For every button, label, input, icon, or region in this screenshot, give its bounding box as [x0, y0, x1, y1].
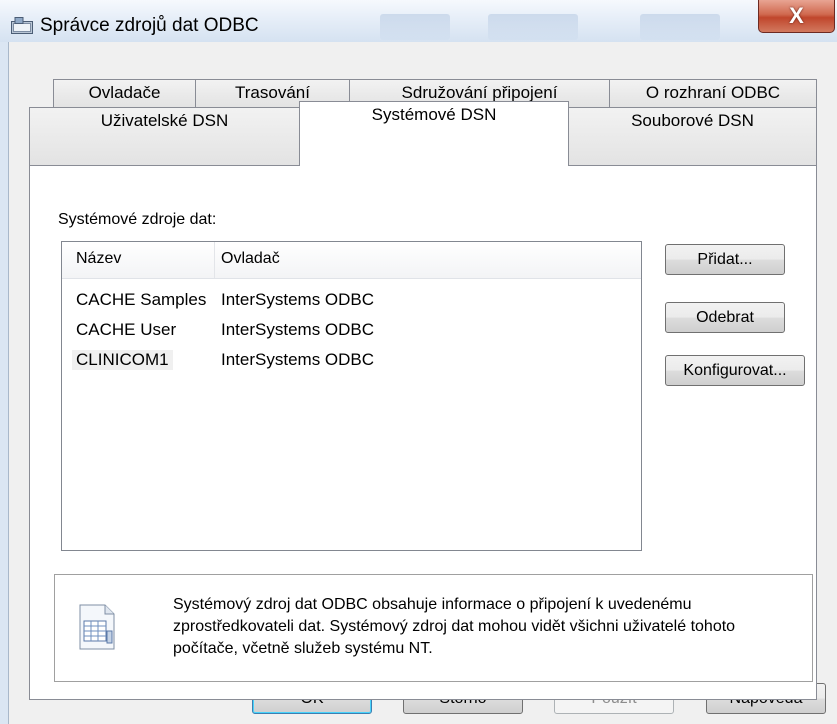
data-sources-list[interactable]: Název Ovladač CACHE Samples InterSystems…: [61, 241, 642, 551]
list-item[interactable]: CACHE User InterSystems ODBC: [62, 317, 641, 345]
tab-file-dsn[interactable]: Souborové DSN: [568, 107, 817, 165]
column-header-driver[interactable]: Ovladač: [221, 250, 280, 268]
tab-label: Systémové DSN: [371, 105, 497, 124]
tab-label: Souborové DSN: [631, 111, 754, 130]
data-source-document-icon: [79, 604, 115, 650]
system-sources-label: Systémové zdroje dat:: [58, 211, 217, 228]
tab-label: O rozhraní ODBC: [645, 83, 781, 102]
column-header-name[interactable]: Název: [76, 250, 121, 268]
dsn-driver: InterSystems ODBC: [221, 350, 375, 369]
title-bar-glass-reflection: [380, 14, 450, 40]
tab-label: Trasování: [235, 83, 310, 102]
tab-label: Uživatelské DSN: [100, 111, 229, 130]
info-description: Systémový zdroj dat ODBC obsahuje inform…: [173, 596, 736, 657]
window-title: Správce zdrojů dat ODBC: [40, 15, 259, 36]
window-frame-left: [0, 42, 8, 724]
tab-label: Sdružování připojení: [401, 83, 558, 102]
tab-label: Ovladače: [88, 83, 161, 102]
tab-drivers[interactable]: Ovladače: [53, 79, 196, 107]
system-dsn-panel: Systémové zdroje dat: Název Ovladač CACH…: [29, 165, 817, 700]
odbc-app-icon: [11, 17, 33, 34]
title-bar-glass-reflection: [488, 14, 578, 40]
column-divider[interactable]: [214, 242, 215, 278]
dsn-driver: InterSystems ODBC: [221, 320, 375, 339]
configure-button[interactable]: Konfigurovat...: [665, 355, 805, 386]
dsn-name: CACHE Samples: [76, 290, 207, 309]
tab-user-dsn[interactable]: Uživatelské DSN: [29, 107, 300, 165]
dsn-name: CACHE User: [76, 320, 177, 339]
add-button[interactable]: Přidat...: [665, 244, 785, 275]
list-item-selected[interactable]: CLINICOM1 InterSystems ODBC: [62, 347, 641, 375]
close-icon: X: [789, 3, 804, 28]
dsn-driver: InterSystems ODBC: [221, 290, 375, 309]
dsn-name: CLINICOM1: [72, 350, 173, 370]
title-bar[interactable]: Správce zdrojů dat ODBC X: [0, 0, 837, 42]
tab-system-dsn[interactable]: Systémové DSN: [299, 101, 569, 166]
list-item[interactable]: CACHE Samples InterSystems ODBC: [62, 287, 641, 315]
tab-about[interactable]: O rozhraní ODBC: [609, 79, 817, 107]
close-button[interactable]: X: [758, 0, 835, 33]
title-bar-glass-reflection: [640, 14, 720, 40]
info-box: Systémový zdroj dat ODBC obsahuje inform…: [54, 574, 813, 682]
remove-button[interactable]: Odebrat: [665, 302, 785, 333]
list-header: Název Ovladač: [62, 242, 641, 279]
dialog-client-area: Ovladače Trasování Sdružování připojení …: [8, 42, 837, 724]
